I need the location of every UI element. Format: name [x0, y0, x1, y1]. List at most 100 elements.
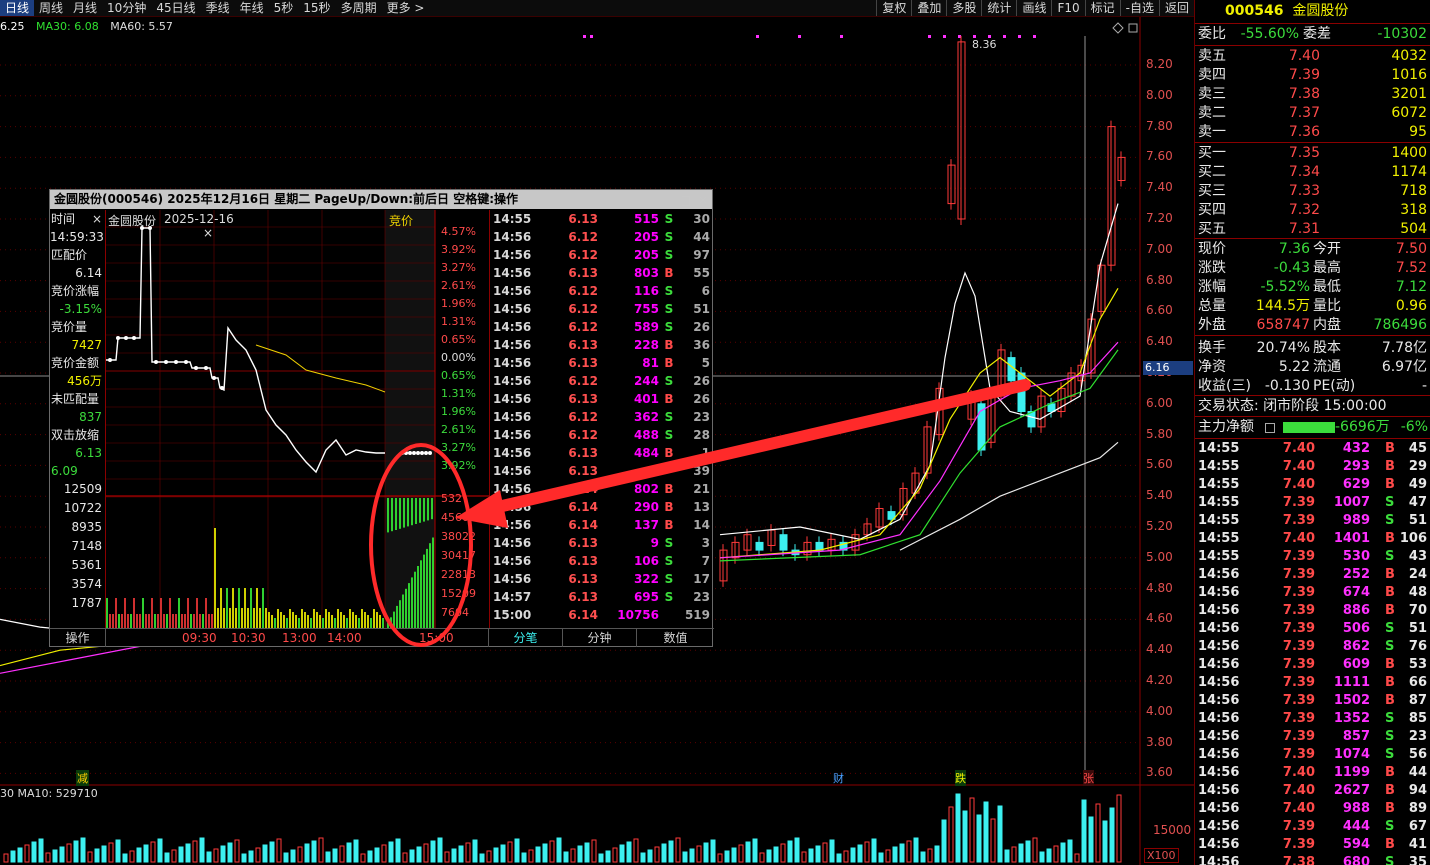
- tick-side: B: [1385, 531, 1395, 546]
- volume-bar: [178, 846, 184, 863]
- stock-header[interactable]: 000546 金圆股份: [1225, 2, 1430, 21]
- orderbook-row[interactable]: 买三 7.33 718: [1195, 182, 1430, 201]
- volume-bar: [339, 845, 345, 863]
- auction-volume-bar: [399, 600, 401, 628]
- volume-bar: [241, 853, 247, 863]
- tick-time: 14:56: [1198, 603, 1240, 618]
- volume-bar: [66, 843, 72, 863]
- tick-row: 14:55 7.39 530 S 43: [1195, 548, 1430, 566]
- tick-row: 14:55 7.40 293 B 29: [1195, 458, 1430, 476]
- volume-bar: [136, 614, 138, 628]
- orderbook-row[interactable]: 买四 7.32 318: [1195, 201, 1430, 220]
- ma-magenta: [719, 341, 1119, 559]
- tick-volume: 609: [1342, 657, 1370, 672]
- popup-close-x[interactable]: ×: [92, 210, 102, 228]
- volume-bar: [160, 598, 162, 628]
- trade-price: 6.12: [568, 410, 598, 424]
- level-label: 卖一: [1198, 124, 1226, 140]
- volume-bar: [962, 810, 968, 863]
- volume-bar: [234, 839, 240, 863]
- trade-side: [659, 606, 679, 624]
- trade-time: 14:56: [493, 374, 532, 388]
- stat-value: 0.96: [1395, 298, 1427, 314]
- trade-volume: 488: [633, 428, 659, 442]
- trade-price: 6.14: [568, 500, 598, 514]
- volume-bar: [668, 840, 674, 863]
- trade-side: S: [664, 554, 674, 568]
- tick-time: 14:56: [1198, 747, 1240, 762]
- volume-bar: [612, 847, 618, 863]
- volume-bar: [332, 848, 338, 863]
- marker-die[interactable]: 跌: [955, 770, 966, 786]
- volume-bar: [190, 614, 192, 628]
- auction-imbalance-bar: [415, 498, 417, 524]
- trade-side: S: [664, 428, 674, 442]
- tick-count: 41: [1408, 837, 1427, 852]
- auction-popup[interactable]: 金圆股份(000546) 2025年12月16日 星期二 PageUp/Down…: [49, 189, 714, 647]
- volume-bar: [358, 618, 360, 628]
- trade-count: 26: [693, 320, 710, 334]
- orderbook-row[interactable]: 买一 7.35 1400: [1195, 144, 1430, 163]
- marker-jian[interactable]: 减: [76, 770, 89, 786]
- volume-bar: [361, 609, 363, 628]
- vol-axis-left: 5361: [71, 558, 102, 572]
- auction-toggle[interactable]: 竞价: [389, 212, 413, 229]
- orderbook-row[interactable]: 卖二 7.37 6072: [1195, 104, 1430, 123]
- tab-minute[interactable]: 分钟: [563, 629, 637, 647]
- vol-axis-left: 3574: [71, 577, 102, 591]
- volume-bar: [780, 843, 786, 863]
- stat-row: 收益(三) -0.130 PE(动) -: [1195, 377, 1430, 396]
- trade-count: 28: [693, 428, 710, 442]
- tab-ticks[interactable]: 分笔: [489, 629, 563, 647]
- tick-side: B: [1385, 567, 1395, 582]
- volume-bar: [458, 845, 464, 863]
- volume-bar: [211, 614, 213, 628]
- intraday-chart[interactable]: 4.57% 3.92% 3.27% 2.61% 1.96% 1.31% 0.65% 0.00%…: [106, 210, 489, 628]
- tick-volume: 1111: [1333, 675, 1370, 690]
- stock-code: 000546: [1225, 3, 1284, 19]
- volume-bar: [808, 848, 814, 863]
- trade-side: B: [664, 392, 674, 406]
- marker-zhang[interactable]: 张: [1083, 770, 1094, 786]
- tab-values[interactable]: 数值: [637, 629, 714, 647]
- orderbook-row[interactable]: 买五 7.31 504: [1195, 220, 1430, 239]
- trade-count: 5: [701, 356, 710, 370]
- volume-bar: [208, 614, 210, 628]
- orderbook-row[interactable]: 卖一 7.36 95: [1195, 123, 1430, 142]
- trade-volume: 755: [633, 302, 659, 316]
- trade-row: 15:00 6.14 10756 519: [490, 606, 714, 624]
- info-row: 竞价涨幅: [51, 284, 100, 298]
- stat-row: 现价 7.36 今开 7.50: [1195, 240, 1430, 259]
- tab-operation[interactable]: 操作: [50, 629, 106, 647]
- close-icon[interactable]: ×: [698, 193, 708, 207]
- level-label: 买五: [1198, 221, 1226, 237]
- signal-dot: [583, 35, 586, 38]
- orderbook-row[interactable]: 卖三 7.38 3201: [1195, 85, 1430, 104]
- volume-bar: [17, 847, 23, 863]
- tick-volume: 530: [1342, 549, 1370, 564]
- trade-price: 6.12: [568, 374, 598, 388]
- trade-count: 36: [693, 338, 710, 352]
- maximize-icon[interactable]: □: [680, 193, 691, 207]
- tick-row: 14:56 7.38 680 S 35: [1195, 854, 1430, 865]
- level-price: 7.32: [1288, 202, 1320, 218]
- pct-label: 2.61%: [441, 423, 476, 436]
- tick-row: 14:56 7.39 1352 S 85: [1195, 710, 1430, 728]
- vol-axis-right: 38022: [441, 530, 476, 543]
- price-tick: 4.80: [1146, 580, 1173, 595]
- main-flow-label: 主力净额: [1198, 419, 1254, 435]
- volume-bar: [157, 838, 163, 863]
- volume-bar: [1053, 845, 1059, 863]
- trade-row: 14:56 6.12 244 S 26: [490, 372, 714, 390]
- volume-bar: [486, 850, 492, 863]
- volume-bar: [130, 614, 132, 628]
- marker-cai[interactable]: 财: [833, 770, 844, 786]
- crosshair-price-label: 6.16: [1143, 361, 1193, 375]
- price-tick: 5.40: [1146, 488, 1173, 503]
- list-icon[interactable]: [1265, 423, 1275, 433]
- orderbook-row[interactable]: 卖五 7.40 4032: [1195, 47, 1430, 66]
- orderbook-row[interactable]: 买二 7.34 1174: [1195, 163, 1430, 182]
- volume-bar: [163, 614, 165, 628]
- auction-dot: [204, 366, 208, 370]
- orderbook-row[interactable]: 卖四 7.39 1016: [1195, 66, 1430, 85]
